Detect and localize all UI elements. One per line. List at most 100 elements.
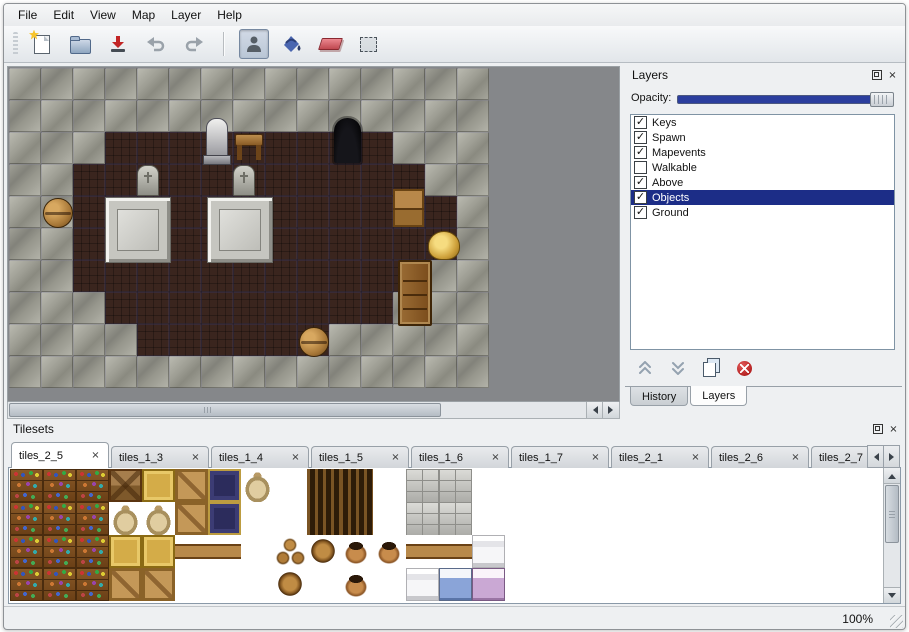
tileset-tile-navy-crate[interactable]: [208, 502, 241, 535]
tileset-tile-shelf[interactable]: [43, 469, 76, 502]
float-panel-button[interactable]: [871, 423, 884, 436]
tileset-tile-gold-crate[interactable]: [142, 535, 175, 568]
map-tile-stone-wall[interactable]: [265, 100, 297, 132]
map-tile-stone-wall[interactable]: [9, 164, 41, 196]
map-tile-floor[interactable]: [137, 260, 169, 292]
tileset-tile-empty[interactable]: [373, 502, 406, 535]
tileset-tile-ladder[interactable]: [340, 469, 373, 502]
layer-visibility-checkbox[interactable]: ✓: [634, 116, 647, 129]
menu-item-help[interactable]: Help: [209, 6, 250, 24]
map-tile-stone-wall[interactable]: [457, 196, 489, 228]
layer-row-walkable[interactable]: Walkable: [631, 160, 894, 175]
map-tile-floor[interactable]: [105, 132, 137, 164]
map-tile-stone-wall[interactable]: [233, 356, 265, 388]
layer-row-mapevents[interactable]: ✓Mapevents: [631, 145, 894, 160]
tileset-tile-barrels[interactable]: [274, 535, 307, 568]
tileset-tile-empty[interactable]: [241, 502, 274, 535]
map-tile-stone-wall[interactable]: [393, 68, 425, 100]
map-tile-stone-wall[interactable]: [297, 68, 329, 100]
tileset-tab-tiles_1_4[interactable]: tiles_1_4×: [211, 446, 309, 468]
map-tile-stone-wall[interactable]: [425, 164, 457, 196]
tab-close-icon[interactable]: ×: [690, 453, 701, 464]
tileset-tile-crate-stack[interactable]: [109, 469, 142, 502]
map-tile-floor[interactable]: [105, 164, 137, 196]
move-layer-up-button[interactable]: [633, 358, 657, 378]
tileset-tile-bed-purple[interactable]: [472, 568, 505, 601]
map-tile-stone-wall[interactable]: [457, 132, 489, 164]
map-tile-floor[interactable]: [297, 228, 329, 260]
open-file-button[interactable]: [65, 29, 95, 59]
eraser-tool-button[interactable]: [315, 29, 345, 59]
tileset-tile-empty[interactable]: [472, 469, 505, 502]
map-tile-floor[interactable]: [105, 292, 137, 324]
tileset-tile-bed-white[interactable]: [472, 535, 505, 568]
tileset-tile-sack[interactable]: [142, 502, 175, 535]
tab-close-icon[interactable]: ×: [90, 451, 101, 462]
map-tile-stone-wall[interactable]: [41, 228, 73, 260]
map-tile-stone-wall[interactable]: [297, 100, 329, 132]
map-tile-stone-wall[interactable]: [393, 100, 425, 132]
map-tile-stone-wall[interactable]: [201, 356, 233, 388]
map-tile-stone-wall[interactable]: [361, 100, 393, 132]
tileset-tile-navy-crate[interactable]: [208, 469, 241, 502]
tileset-tile-shelf[interactable]: [43, 568, 76, 601]
map-tile-stone-wall[interactable]: [169, 68, 201, 100]
map-tile-stone-wall[interactable]: [9, 132, 41, 164]
map-tile-stone-wall[interactable]: [9, 260, 41, 292]
tab-close-icon[interactable]: ×: [290, 453, 301, 464]
tileset-tile-stone[interactable]: [439, 502, 472, 535]
tileset-tile-wood-crate[interactable]: [142, 568, 175, 601]
map-tile-floor[interactable]: [233, 324, 265, 356]
map-tile-floor[interactable]: [73, 228, 105, 260]
map-tile-stone-wall[interactable]: [297, 356, 329, 388]
tileset-tile-stone[interactable]: [439, 469, 472, 502]
map-tile-stone-wall[interactable]: [41, 292, 73, 324]
tileset-tile-empty[interactable]: [241, 568, 274, 601]
scroll-right-button[interactable]: [602, 402, 619, 418]
map-tile-stone-wall[interactable]: [73, 292, 105, 324]
opacity-slider[interactable]: [677, 91, 894, 106]
map-tile-stone-wall[interactable]: [105, 100, 137, 132]
layer-visibility-checkbox[interactable]: ✓: [634, 176, 647, 189]
tileset-tile-ladder[interactable]: [307, 502, 340, 535]
layer-visibility-checkbox[interactable]: [634, 161, 647, 174]
tileset-tile-wood-crate[interactable]: [175, 469, 208, 502]
map-tile-floor[interactable]: [361, 260, 393, 292]
tileset-tab-tiles_2_7[interactable]: tiles_2_7×: [811, 446, 867, 468]
map-tile-stone-wall[interactable]: [393, 356, 425, 388]
close-panel-button[interactable]: ×: [887, 423, 900, 436]
scrollbar-thumb[interactable]: [885, 485, 899, 543]
map-tile-stone-wall[interactable]: [9, 100, 41, 132]
redo-button[interactable]: [179, 29, 209, 59]
map-tile-stone-wall[interactable]: [425, 68, 457, 100]
map-canvas[interactable]: [7, 66, 620, 402]
map-tile-floor[interactable]: [169, 196, 201, 228]
map-tile-stone-wall[interactable]: [169, 100, 201, 132]
scroll-down-button[interactable]: [884, 587, 900, 603]
map-tile-floor[interactable]: [169, 260, 201, 292]
map-tile-stone-wall[interactable]: [425, 100, 457, 132]
menu-item-map[interactable]: Map: [124, 6, 163, 24]
map-tile-floor[interactable]: [265, 132, 297, 164]
tileset-tile-stone[interactable]: [406, 469, 439, 502]
undo-button[interactable]: [141, 29, 171, 59]
map-tile-stone-wall[interactable]: [73, 100, 105, 132]
map-tile-stone-wall[interactable]: [169, 356, 201, 388]
tileset-tile-shelf[interactable]: [10, 568, 43, 601]
duplicate-layer-button[interactable]: [699, 358, 723, 378]
map-tile-floor[interactable]: [265, 324, 297, 356]
rect-select-tool-button[interactable]: [353, 29, 383, 59]
tileset-tile-empty[interactable]: [505, 469, 538, 502]
tileset-tile-stone[interactable]: [406, 502, 439, 535]
fill-tool-button[interactable]: [277, 29, 307, 59]
map-tile-stone-wall[interactable]: [137, 100, 169, 132]
map-tile-floor[interactable]: [233, 292, 265, 324]
menu-item-edit[interactable]: Edit: [45, 6, 82, 24]
map-tile-floor[interactable]: [361, 196, 393, 228]
tileset-tile-ladder[interactable]: [307, 469, 340, 502]
tileset-tile-shelf[interactable]: [10, 502, 43, 535]
map-tile-stone-wall[interactable]: [361, 356, 393, 388]
scroll-left-button[interactable]: [586, 402, 603, 418]
map-tile-floor[interactable]: [265, 292, 297, 324]
map-tile-stone-wall[interactable]: [105, 68, 137, 100]
